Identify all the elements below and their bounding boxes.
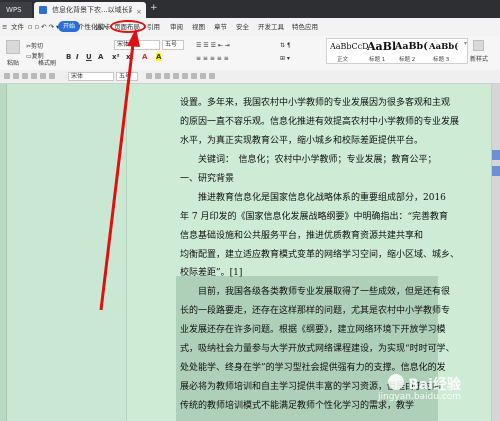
document-tab[interactable]: 信息化背景下农...以域长路径探析 ×: [34, 2, 146, 18]
format-painter-button[interactable]: 格式刷: [38, 58, 56, 67]
doc-line[interactable]: 处处能学、终身在学”的学习型社会提供强有力的支撑。信息化的发: [180, 360, 446, 373]
toolbar-icon[interactable]: [4, 73, 10, 79]
doc-line[interactable]: 水平，为真正实现教育公平，缩小城乡和校际差距提供平台。: [180, 133, 423, 146]
cut-button[interactable]: ✂剪切: [26, 41, 43, 50]
italic-button[interactable]: I: [76, 53, 79, 61]
style-h2-label: 标题 2: [399, 57, 416, 63]
vertical-ruler: [0, 84, 7, 421]
menu-icon[interactable]: ≡: [2, 18, 7, 36]
doc-line[interactable]: 年 7 月印发的《国家信息化发展战略纲要》中明确指出：“完善教育: [180, 209, 448, 222]
menu-view[interactable]: 视图: [192, 18, 205, 36]
sort-button[interactable]: ⇅ ¶: [280, 42, 291, 49]
doc-line[interactable]: 推进教育信息化是国家信息化战略体系的重要组成部分，2016: [198, 190, 446, 203]
style-h1-sample[interactable]: AaBl: [367, 40, 396, 53]
quick-access-icons[interactable]: ▫ ▫ ↶ ↷ ▾: [28, 18, 59, 36]
doc-line[interactable]: 的原因一直不容乐观。信息化推进有效提高农村中小学教师的专业发展: [180, 114, 459, 127]
title-bar: WPS 信息化背景下农...以域长路径探析 × +: [0, 0, 500, 18]
strike-button[interactable]: A: [98, 53, 103, 61]
bold-button[interactable]: B: [66, 53, 71, 61]
paste-icon[interactable]: [6, 40, 20, 54]
watermark-logo-icon: [388, 374, 404, 390]
toolbar-icon[interactable]: [209, 73, 215, 79]
menu-start[interactable]: 开始: [58, 21, 81, 32]
watermark-url: jingyan.baidu.com: [378, 392, 462, 402]
toolbar-icon[interactable]: [173, 73, 179, 79]
font-color-button[interactable]: A: [142, 53, 147, 61]
align-buttons[interactable]: ≡ ≡ ≡ ≡ ≡: [196, 55, 229, 62]
toolbar-icon[interactable]: [22, 73, 28, 79]
list-buttons[interactable]: ☰ ☰ ☰ ⇤ ⇥: [196, 42, 230, 49]
style-more-arrow[interactable]: ▾: [464, 40, 467, 47]
cut-label: 剪切: [31, 43, 44, 50]
menu-special[interactable]: 特色应用: [292, 18, 318, 36]
menu-developer[interactable]: 开发工具: [258, 18, 284, 36]
menu-insert[interactable]: 插入: [95, 18, 108, 36]
doc-line[interactable]: 业发展还存在许多问题。根据《纲要》，建立网络环境下开放学习模: [180, 322, 446, 335]
style-gallery: AaBbCcD 正文 AaBl 标题 1 AaBb( 标题 2 AaBb( 标题…: [326, 38, 468, 64]
menu-security[interactable]: 安全: [236, 18, 249, 36]
doc-line[interactable]: 关键词： 信息化；农村中小学教师；专业发展；教育公平；: [198, 152, 437, 165]
document-tab-title: 信息化背景下农...以域长路径探析: [52, 6, 132, 14]
toolbar-icon[interactable]: [49, 73, 55, 79]
toolbar-icon[interactable]: [155, 73, 161, 79]
secondary-toolbar: 宋体 五号: [0, 70, 500, 84]
superscript-button[interactable]: x²: [112, 53, 120, 61]
toolbar-icon[interactable]: [31, 73, 37, 79]
doc-line[interactable]: 式，吸纳社会力量参与大学开放式网络课程建设，为实现“时时可学、: [180, 341, 455, 354]
doc-line[interactable]: 信息基础设施和公共服务平台，推进优质教育资源共建共享和: [180, 228, 423, 241]
toolbar-icon[interactable]: [164, 73, 170, 79]
font-name-mini-select[interactable]: 宋体: [68, 72, 114, 81]
toolbar-icon[interactable]: [13, 73, 19, 79]
highlight-circle: [110, 20, 146, 33]
new-style-icon: [473, 40, 484, 51]
style-h1-label: 标题 1: [369, 57, 386, 63]
new-tab-button[interactable]: +: [150, 3, 158, 13]
toolbar-icon[interactable]: [146, 73, 152, 79]
toolbar-icon[interactable]: [200, 73, 206, 79]
app-tab-label: WPS: [6, 6, 22, 14]
menu-sections[interactable]: 章节: [214, 18, 227, 36]
side-panel-tab[interactable]: [492, 150, 500, 160]
style-h3-sample[interactable]: AaBb(: [429, 42, 458, 52]
menu-references[interactable]: 引用: [147, 18, 160, 36]
font-name-select[interactable]: 宋体: [114, 40, 160, 50]
new-style-label: 新样式: [470, 56, 489, 63]
watermark-text: Bai经验: [408, 377, 461, 393]
style-normal-label: 正文: [337, 57, 349, 63]
underline-button[interactable]: U: [86, 53, 92, 61]
toolbar-icon[interactable]: [40, 73, 46, 79]
side-panel-tab[interactable]: [492, 166, 500, 176]
document-icon: [39, 6, 47, 14]
font-size-mini-select[interactable]: 五号: [116, 72, 138, 81]
doc-line[interactable]: 均衡配置，建立适应教育模式变革的网络学习空间，缩小区域、城乡、: [180, 247, 459, 260]
highlight-button[interactable]: A: [156, 53, 162, 61]
subscript-button[interactable]: x₂: [126, 53, 134, 61]
toolbar-icon[interactable]: [191, 73, 197, 79]
border-button[interactable]: ⊞ ▾: [280, 55, 290, 62]
paste-button[interactable]: 粘贴: [7, 58, 19, 67]
toolbar-icon[interactable]: [182, 73, 188, 79]
style-h2-sample[interactable]: AaBb(: [395, 41, 428, 52]
doc-line[interactable]: 设置。多年来，我国农村中小学教师的专业发展因为很多客观和主观: [180, 95, 450, 108]
menu-file[interactable]: 文件: [11, 18, 24, 36]
doc-line[interactable]: 校际差距”。[1]: [180, 265, 242, 278]
doc-line[interactable]: 长的一段路要走，还存在这样那样的问题，尤其是农村中小学教师专: [180, 303, 450, 316]
font-size-select[interactable]: 五号: [162, 40, 184, 50]
menu-bar: ≡ 文件 ▫ ▫ ↶ ↷ ▾ 开始 个性化模卡 插入 页面布局 引用 审阅 视图…: [0, 18, 500, 37]
style-normal-sample[interactable]: AaBbCcD: [330, 42, 369, 51]
doc-line[interactable]: 目前，我国各级各类教师专业发展取得了一些成效，但是还有很: [198, 284, 450, 297]
style-h3-label: 标题 3: [433, 57, 450, 63]
menu-review[interactable]: 审阅: [170, 18, 183, 36]
section-heading[interactable]: 一、研究背景: [180, 171, 234, 184]
vertical-scrollbar[interactable]: [492, 84, 500, 421]
app-tab[interactable]: WPS: [0, 2, 32, 18]
